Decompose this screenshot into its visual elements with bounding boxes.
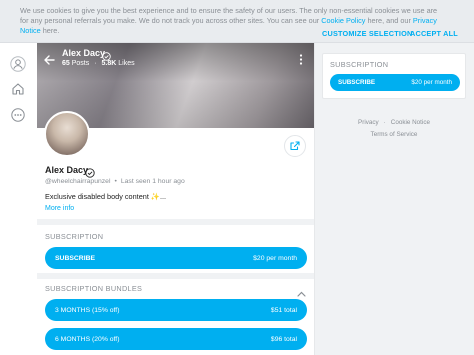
left-sidebar — [0, 43, 37, 355]
last-seen: Last seen 1 hour ago — [120, 178, 185, 185]
subscribe-price: $20 per month — [253, 254, 297, 262]
bundle-button-6-months[interactable]: 6 MONTHS (20% off) $96 total — [45, 328, 307, 350]
avatar[interactable] — [44, 111, 90, 157]
right-subscribe-label: SUBSCRIBE — [338, 79, 376, 86]
handle-row: @wheelchairrapunzel • Last seen 1 hour ago — [45, 178, 185, 185]
likes-label: Likes — [118, 60, 135, 67]
posts-count: 65 — [62, 60, 70, 67]
bundle-label: 3 MONTHS (15% off) — [55, 306, 120, 314]
cookie-banner: We use cookies to give you the best expe… — [0, 0, 474, 43]
profile-handle: @wheelchairrapunzel — [45, 178, 111, 185]
posts-label: Posts — [71, 60, 90, 67]
profile-name: Alex Dacy — [45, 165, 89, 175]
cookie-text-line2b: here, and our — [365, 16, 413, 25]
subscription-title: SUBSCRIPTION — [45, 232, 104, 241]
accept-all-button[interactable]: ACCEPT ALL — [410, 29, 458, 38]
cookie-notice-link[interactable]: Cookie Notice — [391, 119, 430, 126]
subscribe-label: SUBSCRIBE — [55, 254, 96, 262]
cookie-policy-link[interactable]: Cookie Policy — [321, 16, 365, 25]
cookie-text-line2c: here. — [40, 26, 60, 35]
customize-selection-button[interactable]: CUSTOMIZE SELECTION — [322, 29, 412, 38]
privacy-link[interactable]: Privacy — [358, 119, 379, 126]
bundle-price: $51 total — [270, 306, 297, 314]
share-icon — [290, 141, 300, 151]
cover-stats: 65 Posts · 5.8K Likes — [62, 60, 135, 67]
terms-link[interactable]: Terms of Service — [322, 129, 466, 141]
bundles-title: SUBSCRIPTION BUNDLES — [45, 284, 143, 293]
bundle-label: 6 MONTHS (20% off) — [55, 335, 120, 343]
right-subscription-panel: SUBSCRIPTION SUBSCRIBE $20 per month — [322, 53, 466, 99]
profile-bio: Exclusive disabled body content ✨... — [45, 192, 167, 201]
share-button[interactable] — [284, 135, 306, 157]
right-subscribe-button[interactable]: SUBSCRIBE $20 per month — [330, 74, 460, 91]
footer-links: Privacy · Cookie Notice Terms of Service — [322, 117, 466, 141]
more-info-link[interactable]: More info — [45, 205, 74, 212]
cover-profile-name: Alex Dacy — [62, 48, 106, 58]
divider — [37, 219, 314, 225]
back-arrow-icon[interactable] — [44, 52, 55, 70]
user-icon[interactable] — [9, 55, 27, 73]
right-subscribe-price: $20 per month — [411, 79, 452, 86]
bundle-price: $96 total — [270, 335, 297, 343]
bundle-button-3-months[interactable]: 3 MONTHS (15% off) $51 total — [45, 299, 307, 321]
home-icon[interactable] — [9, 80, 27, 98]
more-circle-icon[interactable] — [9, 106, 27, 124]
more-vertical-icon[interactable] — [299, 52, 303, 70]
cookie-text-line2a: referrals you make. We do not track you … — [74, 16, 322, 25]
likes-count: 5.8K — [101, 60, 117, 67]
right-subscription-title: SUBSCRIPTION — [330, 60, 389, 69]
subscribe-button[interactable]: SUBSCRIBE $20 per month — [45, 247, 307, 269]
profile-column: Alex Dacy 65 Posts · 5.8K Likes Alex Dac… — [37, 43, 315, 355]
divider — [37, 273, 314, 279]
